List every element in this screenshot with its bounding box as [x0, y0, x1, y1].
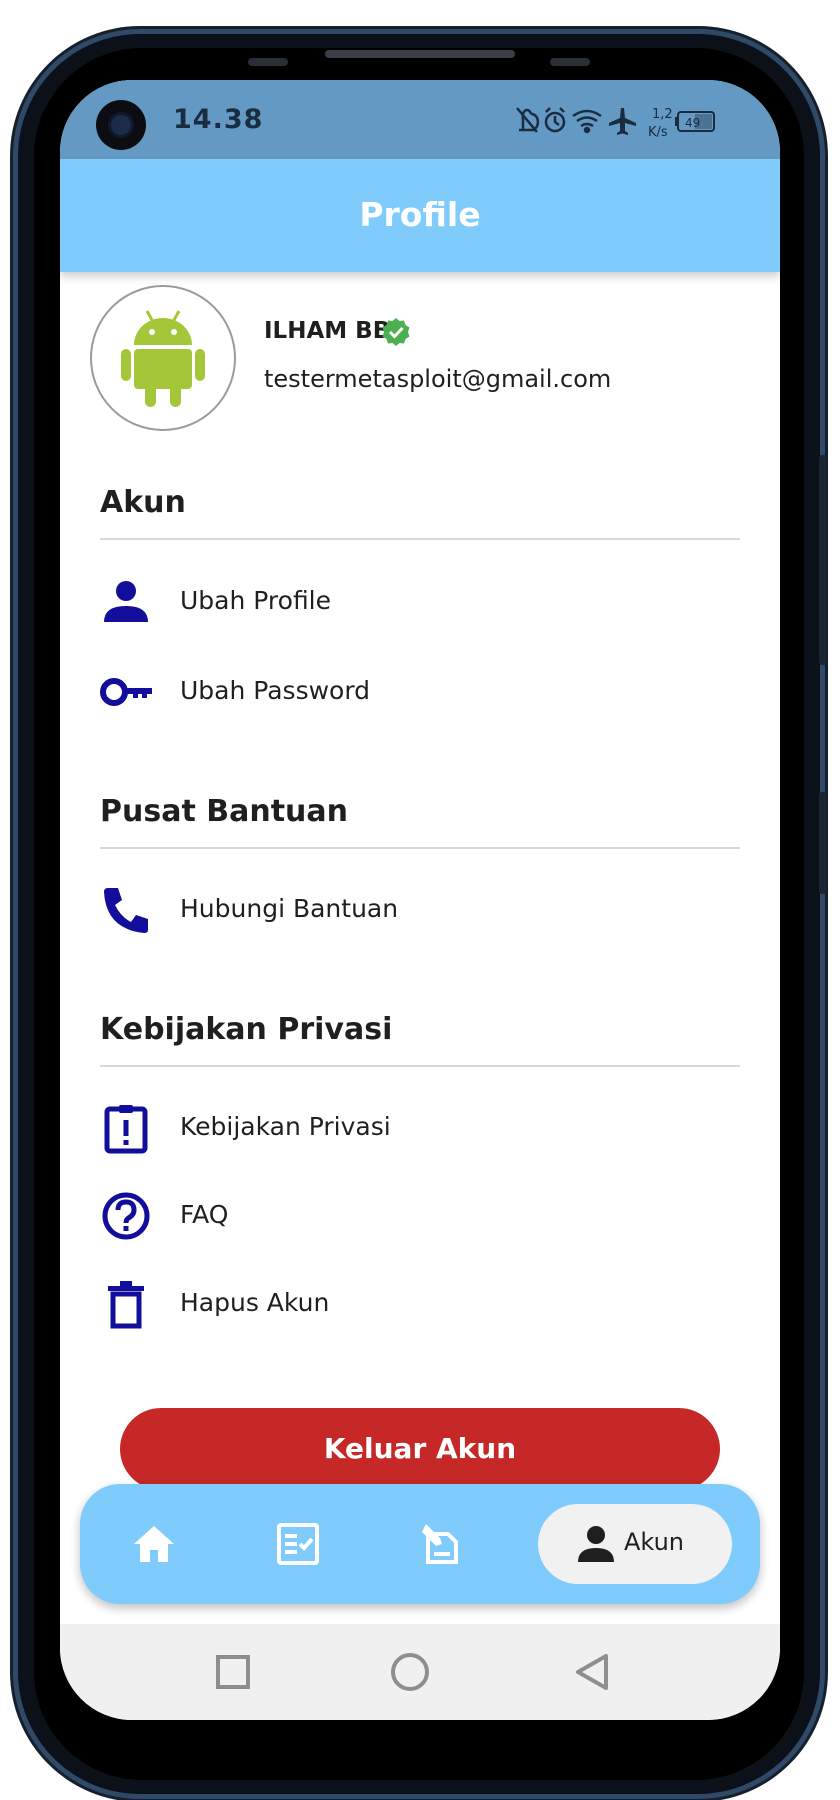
menu-item-hapus-akun[interactable]: Hapus Akun: [60, 1264, 780, 1344]
divider: [100, 847, 740, 849]
avatar[interactable]: [90, 285, 236, 431]
nav-item-akun[interactable]: Akun: [538, 1504, 732, 1584]
home-icon: [134, 1526, 174, 1562]
front-camera: [96, 100, 146, 150]
key-icon: [100, 666, 152, 718]
verified-badge-icon: [380, 316, 412, 348]
recents-square-icon[interactable]: [215, 1654, 251, 1690]
earpiece-speaker: [325, 50, 515, 58]
nav-item-edit-document[interactable]: [418, 1522, 462, 1570]
nav-item-home[interactable]: [132, 1522, 176, 1570]
status-icons: 1,2 K/s 49: [515, 102, 760, 142]
menu-item-ubah-profile[interactable]: Ubah Profile: [60, 562, 780, 642]
app-bar: Profile: [60, 159, 780, 272]
divider: [100, 1065, 740, 1067]
power-button: [819, 792, 827, 894]
logout-button[interactable]: Keluar Akun: [120, 1408, 720, 1490]
nav-item-checklist[interactable]: [276, 1522, 320, 1570]
battery-icon: 49: [675, 111, 715, 132]
status-time: 14.38: [173, 104, 264, 135]
menu-item-ubah-password[interactable]: Ubah Password: [60, 652, 780, 732]
menu-item-kebijakan-privasi[interactable]: Kebijakan Privasi: [60, 1088, 780, 1168]
home-circle-icon[interactable]: [390, 1652, 430, 1692]
policy-clipboard-icon: [100, 1102, 152, 1154]
checklist-icon: [277, 1523, 319, 1565]
android-icon: [121, 310, 205, 407]
trash-icon: [100, 1278, 152, 1330]
menu-item-label: Ubah Password: [180, 676, 371, 705]
page-title: Profile: [359, 195, 481, 234]
phone-screen: 14.38 1,2 K/s 49 Profile ILHAM BB tester…: [60, 80, 780, 1720]
menu-item-label: Kebijakan Privasi: [180, 1112, 391, 1141]
menu-item-label: Hubungi Bantuan: [180, 894, 399, 923]
wifi-icon: [572, 109, 602, 134]
section-title-pusat-bantuan: Pusat Bantuan: [100, 794, 348, 829]
frame-notch-right: [550, 58, 590, 66]
nav-item-label: Akun: [624, 1528, 684, 1556]
network-speed-unit: K/s: [648, 125, 668, 140]
volume-button: [819, 455, 827, 665]
logout-button-label: Keluar Akun: [323, 1432, 517, 1465]
profile-name: ILHAM BB: [264, 318, 391, 344]
section-title-akun: Akun: [100, 485, 186, 520]
menu-item-faq[interactable]: FAQ: [60, 1176, 780, 1256]
bottom-nav: Akun: [80, 1484, 760, 1604]
system-nav-bar: [60, 1624, 780, 1720]
help-circle-icon: [100, 1190, 152, 1242]
mute-bell-icon: [516, 107, 540, 133]
menu-item-label: Hapus Akun: [180, 1288, 330, 1317]
person-icon: [100, 576, 152, 628]
profile-email: testermetasploit@gmail.com: [264, 365, 612, 393]
menu-item-hubungi-bantuan[interactable]: Hubungi Bantuan: [60, 870, 780, 950]
battery-level: 49: [685, 116, 700, 130]
frame-notch-left: [248, 58, 288, 66]
status-bar: 14.38 1,2 K/s 49: [60, 80, 780, 159]
menu-item-label: FAQ: [180, 1200, 229, 1229]
section-title-kebijakan-privasi: Kebijakan Privasi: [100, 1012, 393, 1047]
person-icon: [578, 1526, 614, 1562]
airplane-icon: [609, 108, 636, 135]
back-triangle-icon[interactable]: [572, 1652, 612, 1692]
menu-item-label: Ubah Profile: [180, 586, 332, 615]
divider: [100, 538, 740, 540]
camera-lens: [111, 115, 131, 135]
edit-document-icon: [422, 1524, 458, 1564]
phone-icon: [100, 884, 152, 936]
network-speed-value: 1,2: [652, 107, 673, 122]
alarm-icon: [544, 107, 566, 133]
